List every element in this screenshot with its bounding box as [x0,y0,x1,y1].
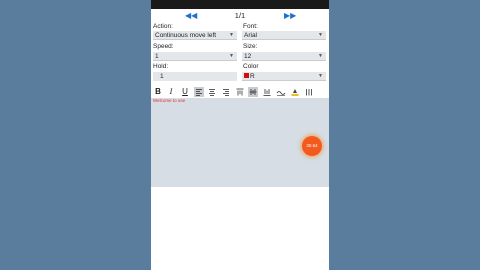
align-center-button[interactable] [207,87,217,97]
action-select[interactable]: Continuous move left ▼ [153,31,237,40]
speed-select[interactable]: 1 ▼ [153,52,237,61]
chevron-down-icon: ▼ [229,32,234,38]
bold-button[interactable]: B [153,87,163,97]
action-label: Action: [153,23,173,30]
align-bottom-button[interactable] [262,87,272,97]
align-top-icon [236,88,244,96]
align-top-button[interactable] [235,87,245,97]
color-swatch [244,73,249,79]
phone-screen: ◀◀ 1/1 ▶▶ Action: Font: Continuous move … [151,0,329,270]
color-select[interactable]: R ▼ [242,72,326,81]
wave-icon [276,91,286,96]
align-middle-icon [249,89,257,95]
next-page-icon[interactable]: ▶▶ [284,10,296,22]
color-select-value: R [250,73,255,80]
format-toolbar: B I U [151,86,329,98]
text-effect-button[interactable] [276,87,286,97]
chevron-down-icon: ▼ [318,73,323,79]
page-indicator: 1/1 [234,11,246,20]
align-bottom-icon [263,89,271,96]
spacing-button[interactable] [304,87,314,97]
letter-spacing-icon [306,89,312,96]
hold-input[interactable]: 1 [153,72,237,81]
speed-label: Speed: [153,43,174,50]
align-center-icon [209,89,215,96]
text-editor-area[interactable]: Welcome to use 30.64 [151,98,329,187]
highlight-button[interactable] [290,87,300,97]
chevron-down-icon: ▼ [229,53,234,59]
pager: ◀◀ 1/1 ▶▶ [151,10,329,22]
chevron-down-icon: ▼ [318,32,323,38]
size-select[interactable]: 12 ▼ [242,52,326,61]
font-select[interactable]: Arial ▼ [242,31,326,40]
previous-page-icon[interactable]: ◀◀ [185,10,197,22]
align-left-icon [196,89,202,96]
highlight-icon [291,89,299,96]
size-select-value: 12 [244,53,252,60]
editor-text: Welcome to use [153,98,186,103]
underline-button[interactable]: U [180,87,190,97]
align-right-icon [223,89,229,96]
chevron-down-icon: ▼ [318,53,323,59]
status-bar [151,0,329,9]
action-select-value: Continuous move left [155,32,217,39]
floating-action-button[interactable]: 30.64 [302,136,322,156]
size-label: Size: [243,43,258,50]
align-middle-button[interactable] [248,87,258,97]
italic-button[interactable]: I [166,87,176,97]
color-label: Color [243,63,259,70]
font-label: Font: [243,23,258,30]
align-left-button[interactable] [194,87,204,97]
hold-label: Hold: [153,63,169,70]
align-right-button[interactable] [221,87,231,97]
speed-select-value: 1 [155,53,159,60]
font-select-value: Arial [244,32,258,39]
